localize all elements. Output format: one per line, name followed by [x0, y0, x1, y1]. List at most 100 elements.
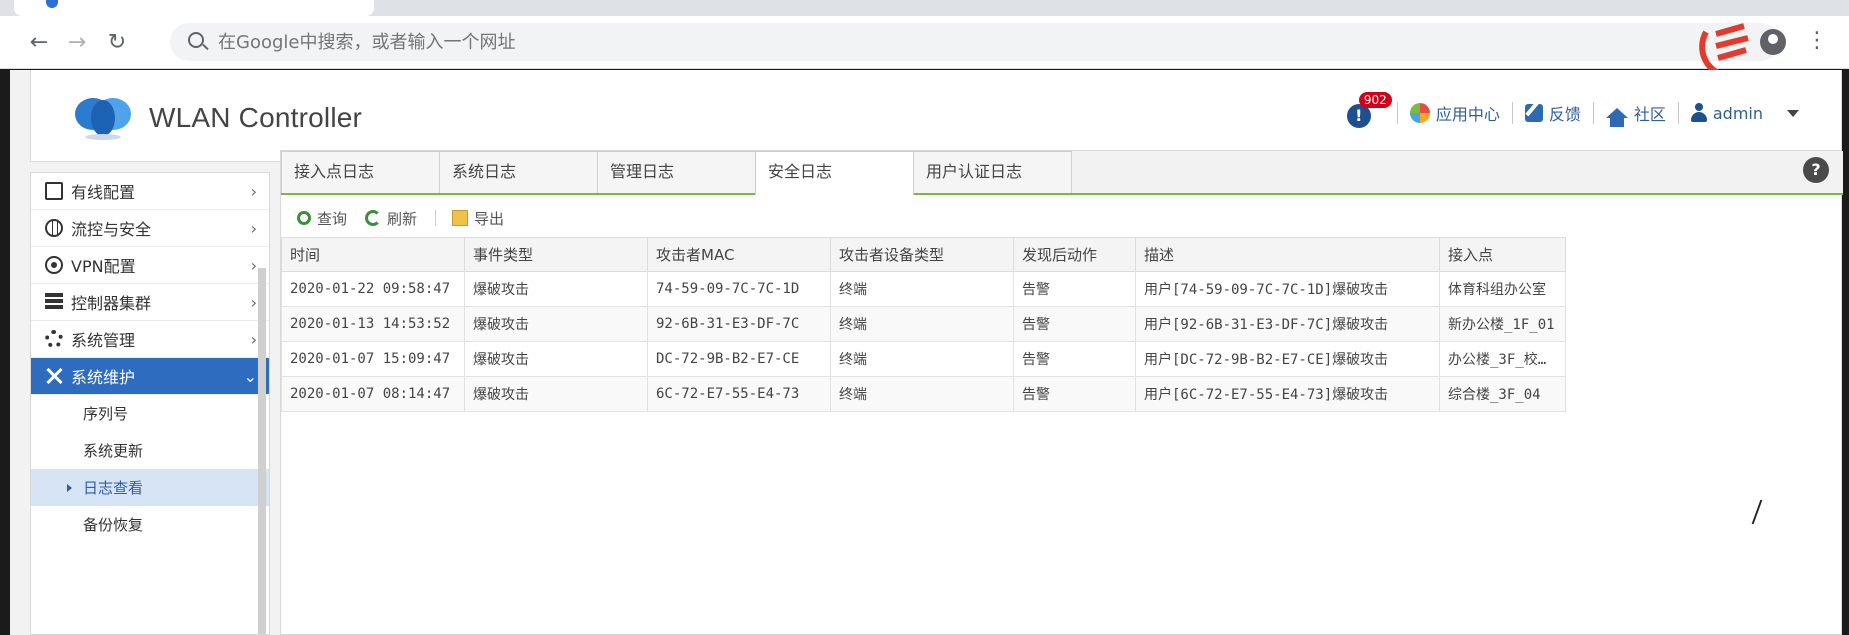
chevron-down-icon — [1787, 109, 1799, 117]
column-header[interactable]: 发现后动作 — [1013, 237, 1136, 272]
browser-menu-icon[interactable]: ⋮ — [1806, 26, 1828, 56]
tab-management-log[interactable]: 管理日志 — [597, 151, 756, 193]
column-header[interactable]: 攻击者设备类型 — [830, 237, 1014, 272]
app-center-icon — [1409, 103, 1430, 123]
header-actions: ! 902 应用中心 反馈 社区 admin — [1345, 92, 1811, 128]
table-row[interactable]: 2020-01-22 09:58:47 爆破攻击 74-59-09-7C-7C-… — [281, 271, 1566, 307]
table-header-row: 时间 事件类型 攻击者MAC 攻击者设备类型 发现后动作 描述 接入点 — [281, 237, 1566, 272]
cell-time: 2020-01-13 14:53:52 — [281, 306, 465, 342]
cell-time: 2020-01-07 15:09:47 — [281, 341, 465, 377]
sidebar-sub-serial[interactable]: 序列号 — [31, 395, 269, 432]
cell-attacker-mac: 92-6B-31-E3-DF-7C — [647, 306, 831, 342]
browser-tab[interactable] — [14, 0, 374, 16]
query-button[interactable]: 查询 — [297, 208, 365, 229]
sidebar-sub-label: 序列号 — [83, 405, 129, 423]
sidebar-sub-label: 系统更新 — [83, 442, 144, 460]
column-header[interactable]: 描述 — [1135, 237, 1440, 272]
sidebar-item-cluster[interactable]: 控制器集群 › — [31, 284, 269, 321]
sidebar-item-label: 系统维护 — [71, 368, 136, 387]
user-menu[interactable]: admin — [1677, 102, 1811, 124]
user-name: admin — [1712, 103, 1763, 123]
chevron-right-icon: › — [250, 182, 257, 201]
export-label: 导出 — [474, 209, 505, 228]
browser-toolbar: ← → ↻ ⋮ — [0, 16, 1849, 79]
sidebar-sub-label: 日志查看 — [83, 479, 144, 497]
sidebar-sub-backup[interactable]: 备份恢复 — [31, 506, 269, 543]
sidebar-item-system-maintenance[interactable]: 系统维护 ⌄ — [31, 358, 269, 395]
browser-tabstrip — [0, 0, 1849, 16]
cell-event-type: 爆破攻击 — [464, 271, 648, 307]
back-icon[interactable]: ← — [22, 26, 56, 60]
log-panel: 接入点日志 系统日志 管理日志 安全日志 用户认证日志 ? 查询 刷新 导出 时… — [280, 150, 1843, 635]
cell-attacker-mac: 74-59-09-7C-7C-1D — [647, 271, 831, 307]
tab-system-log[interactable]: 系统日志 — [439, 151, 598, 193]
sidebar-sub-update[interactable]: 系统更新 — [31, 432, 269, 469]
cell-device-type: 终端 — [830, 306, 1014, 342]
export-icon — [452, 210, 469, 226]
tab-favicon-icon — [46, 0, 58, 8]
tab-security-log[interactable]: 安全日志 — [755, 151, 914, 195]
community-link[interactable]: 社区 — [1592, 102, 1678, 127]
app-center-label: 应用中心 — [1435, 105, 1500, 124]
table-row[interactable]: 2020-01-13 14:53:52 爆破攻击 92-6B-31-E3-DF-… — [281, 306, 1566, 342]
home-icon — [1605, 108, 1628, 127]
column-header[interactable]: 接入点 — [1439, 237, 1566, 272]
help-icon[interactable]: ? — [1803, 157, 1829, 183]
wlan-logo-icon — [75, 98, 131, 140]
query-label: 查询 — [317, 209, 348, 228]
address-bar[interactable] — [170, 23, 1780, 61]
cell-access-point: 综合楼_3F_04 — [1439, 376, 1566, 412]
sidebar-item-label: 有线配置 — [71, 183, 136, 202]
alert-count-badge: 902 — [1358, 92, 1392, 108]
cell-action: 告警 — [1013, 376, 1136, 412]
sidebar-item-label: VPN配置 — [71, 257, 136, 276]
tab-user-auth-log[interactable]: 用户认证日志 — [913, 151, 1072, 193]
sidebar-item-vpn[interactable]: VPN配置 › — [31, 247, 269, 284]
sidebar-item-wired-config[interactable]: 有线配置 › — [31, 173, 269, 210]
chevron-right-icon: › — [250, 330, 257, 349]
user-icon — [1690, 103, 1707, 123]
page: WLAN Controller ! 902 应用中心 反馈 社区 admin 有… — [10, 70, 1843, 635]
action-bar: 查询 刷新 导出 — [281, 199, 1843, 237]
address-input[interactable] — [218, 23, 1718, 61]
cell-event-type: 爆破攻击 — [464, 376, 648, 412]
refresh-icon — [365, 210, 382, 226]
search-icon — [188, 32, 204, 48]
sidebar-item-flow-security[interactable]: 流控与安全 › — [31, 210, 269, 247]
chevron-right-icon: › — [250, 219, 257, 238]
profile-icon[interactable] — [1760, 29, 1786, 55]
reload-icon[interactable]: ↻ — [100, 26, 134, 60]
cell-description: 用户[92-6B-31-E3-DF-7C]爆破攻击 — [1135, 306, 1440, 342]
cell-access-point: 办公楼_3F_校… — [1439, 341, 1566, 377]
monitor-icon — [45, 182, 63, 200]
log-tabs: 接入点日志 系统日志 管理日志 安全日志 用户认证日志 ? — [281, 151, 1843, 195]
chevron-right-icon: › — [250, 256, 257, 275]
gear-icon — [45, 330, 63, 348]
column-header[interactable]: 时间 — [281, 237, 465, 272]
alert-button[interactable]: ! 902 — [1345, 92, 1392, 128]
cell-description: 用户[74-59-09-7C-7C-1D]爆破攻击 — [1135, 271, 1440, 307]
table-row[interactable]: 2020-01-07 15:09:47 爆破攻击 DC-72-9B-B2-E7-… — [281, 341, 1566, 377]
sidebar-sub-log-view[interactable]: 日志查看 — [31, 469, 269, 506]
tab-ap-log[interactable]: 接入点日志 — [281, 151, 440, 193]
cell-action: 告警 — [1013, 271, 1136, 307]
export-button[interactable]: 导出 — [452, 208, 522, 229]
chevron-right-icon: › — [250, 293, 257, 312]
refresh-button[interactable]: 刷新 — [365, 208, 435, 229]
app-header: WLAN Controller ! 902 应用中心 反馈 社区 admin — [30, 70, 1842, 162]
app-center-link[interactable]: 应用中心 — [1396, 102, 1512, 124]
cell-time: 2020-01-22 09:58:47 — [281, 271, 465, 307]
community-label: 社区 — [1633, 105, 1666, 124]
column-header[interactable]: 事件类型 — [464, 237, 648, 272]
feedback-link[interactable]: 反馈 — [1511, 102, 1593, 124]
sidebar-item-label: 系统管理 — [71, 331, 136, 350]
cell-attacker-mac: 6C-72-E7-55-E4-73 — [647, 376, 831, 412]
security-log-table: 时间 事件类型 攻击者MAC 攻击者设备类型 发现后动作 描述 接入点 2020… — [281, 237, 1566, 412]
tools-icon — [45, 367, 63, 385]
sidebar-item-system-management[interactable]: 系统管理 › — [31, 321, 269, 358]
table-row[interactable]: 2020-01-07 08:14:47 爆破攻击 6C-72-E7-55-E4-… — [281, 376, 1566, 412]
sidebar-scrollbar[interactable] — [258, 268, 266, 634]
forward-icon[interactable]: → — [60, 26, 94, 60]
cell-device-type: 终端 — [830, 341, 1014, 377]
column-header[interactable]: 攻击者MAC — [647, 237, 831, 272]
